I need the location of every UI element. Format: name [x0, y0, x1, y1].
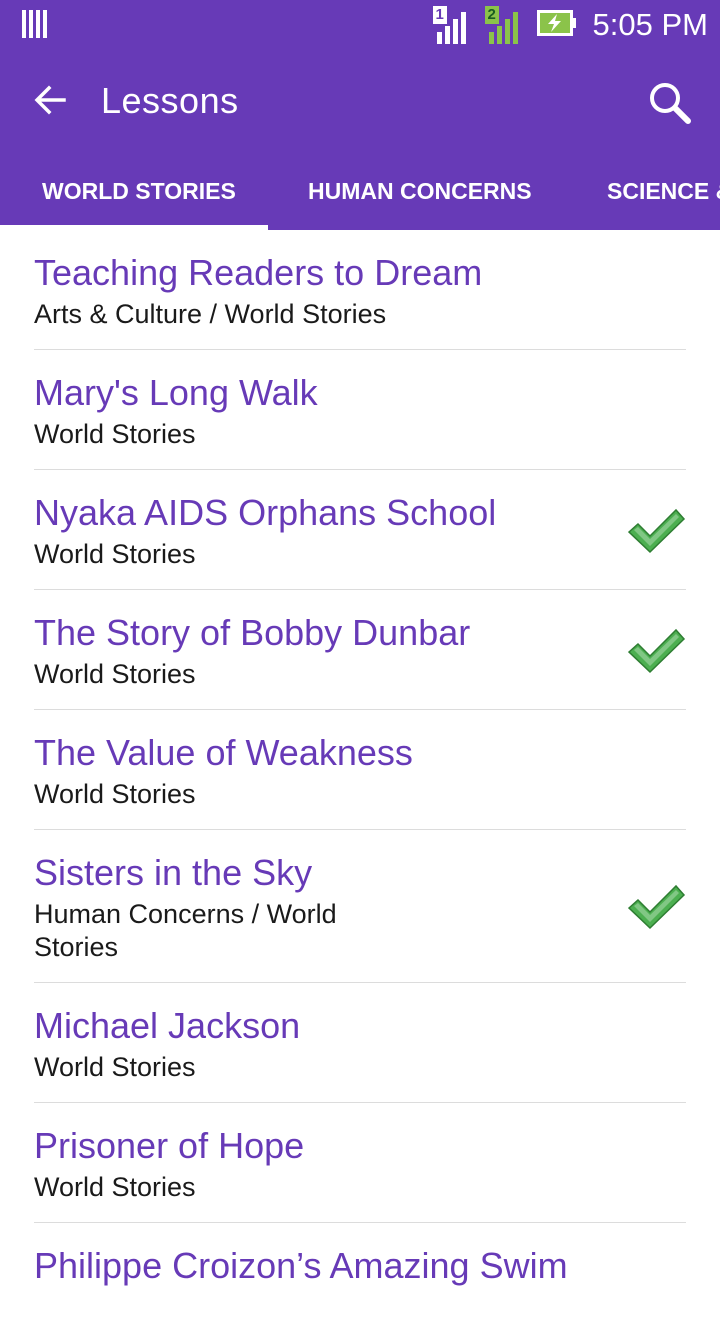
list-item[interactable]: Mary's Long Walk World Stories — [34, 350, 686, 470]
lesson-title: Teaching Readers to Dream — [34, 252, 483, 293]
lesson-title: Sisters in the Sky — [34, 852, 313, 893]
lesson-title: The Story of Bobby Dunbar — [34, 612, 471, 653]
page-title: Lessons — [101, 80, 239, 121]
lesson-category: World Stories — [34, 659, 196, 689]
lesson-category: Human Concerns / World Stories — [34, 899, 337, 962]
lesson-category: World Stories — [34, 779, 196, 809]
lesson-category: World Stories — [34, 1172, 196, 1202]
list-item[interactable]: Michael Jackson World Stories — [34, 983, 686, 1103]
sim2-label: 2 — [487, 6, 496, 23]
notification-bars-icon — [22, 10, 48, 43]
battery-charging-icon — [536, 9, 577, 41]
tab-bar: WORLD STORIES HUMAN CONCERNS SCIENCE & — [0, 154, 720, 230]
tab-science[interactable]: SCIENCE & — [607, 154, 720, 230]
status-time: 5:05 PM — [592, 7, 708, 42]
lesson-title: Michael Jackson — [34, 1005, 301, 1046]
list-item[interactable]: The Story of Bobby Dunbar World Stories — [34, 590, 686, 710]
lesson-title: Prisoner of Hope — [34, 1125, 305, 1166]
lesson-title: Philippe Croizon’s Amazing Swim — [34, 1245, 568, 1286]
list-item[interactable]: Sisters in the Sky Human Concerns / Worl… — [34, 830, 686, 983]
lesson-category: World Stories — [34, 539, 196, 569]
arrow-left-icon — [34, 85, 66, 115]
search-icon — [650, 83, 691, 124]
list-item[interactable]: The Value of Weakness World Stories — [34, 710, 686, 830]
search-button[interactable] — [645, 78, 695, 128]
back-button[interactable] — [30, 80, 70, 120]
checkmark-icon — [627, 508, 686, 554]
list-item[interactable]: Teaching Readers to Dream Arts & Culture… — [34, 230, 686, 350]
status-bar: 1 2 5:05 PM — [0, 0, 720, 50]
list-item[interactable]: Nyaka AIDS Orphans School World Stories — [34, 470, 686, 590]
lesson-category: World Stories — [34, 1052, 196, 1082]
lesson-title: Mary's Long Walk — [34, 372, 318, 413]
signal-sim2-icon: 2 — [484, 6, 521, 44]
checkmark-icon — [627, 628, 686, 674]
signal-sim1-icon: 1 — [432, 6, 469, 44]
lesson-category: World Stories — [34, 419, 196, 449]
top-app-bar: 1 2 5:05 PM Lessons WORLD STORIES HUMAN … — [0, 0, 720, 230]
lesson-category: Arts & Culture / World Stories — [34, 299, 387, 329]
sim1-label: 1 — [435, 6, 444, 23]
tab-world-stories[interactable]: WORLD STORIES — [42, 154, 236, 230]
lessons-list: Teaching Readers to Dream Arts & Culture… — [0, 230, 720, 1343]
lesson-title: The Value of Weakness — [34, 732, 413, 773]
tab-human-concerns[interactable]: HUMAN CONCERNS — [308, 154, 532, 230]
lesson-title: Nyaka AIDS Orphans School — [34, 492, 497, 533]
list-item[interactable]: Philippe Croizon’s Amazing Swim — [34, 1223, 686, 1343]
app-bar: Lessons — [0, 50, 720, 154]
list-item[interactable]: Prisoner of Hope World Stories — [34, 1103, 686, 1223]
checkmark-icon — [627, 884, 686, 930]
